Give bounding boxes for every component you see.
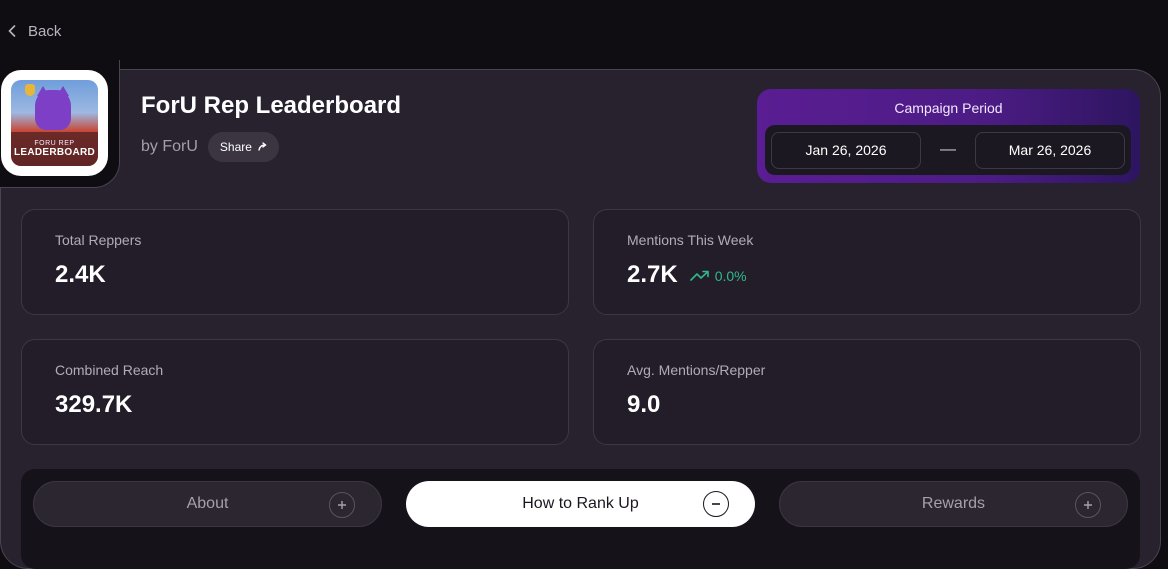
share-arrow-icon [258,142,267,151]
plus-icon [329,492,355,518]
trend-value: 0.0% [714,268,747,284]
stat-value: 2.7K [627,261,678,288]
stat-mentions-this-week: Mentions This Week 2.7K 0.0% [593,209,1141,315]
end-date[interactable]: Mar 26, 2026 [975,131,1125,169]
logo-main-text: LEADERBOARD [13,147,96,158]
tab-rewards[interactable]: Rewards [779,481,1128,527]
trend-indicator: 0.0% [689,268,747,284]
leaderboard-logo: FORU REP LEADERBOARD [1,70,108,176]
stat-label: Combined Reach [55,362,164,378]
stat-value: 9.0 [627,391,661,418]
plus-icon [1075,492,1101,518]
back-label: Back [28,22,62,40]
stat-total-reppers: Total Reppers 2.4K [21,209,569,315]
byline: by ForU Share [141,132,279,162]
top-bar: Back [0,0,1168,62]
date-separator: — [940,141,956,158]
trophy-icon [25,84,35,96]
date-range: Jan 26, 2026 — Mar 26, 2026 [765,125,1131,175]
campaign-period: Campaign Period Jan 26, 2026 — Mar 26, 2… [757,89,1140,183]
stat-label: Mentions This Week [627,232,754,248]
stat-label: Avg. Mentions/Repper [627,362,766,378]
stat-value: 329.7K [55,391,133,418]
info-tabs-panel: About How to Rank Up Rewards [21,469,1140,569]
stat-label: Total Reppers [55,232,142,248]
stat-avg-mentions: Avg. Mentions/Repper 9.0 [593,339,1141,445]
chevron-left-icon [8,25,16,37]
tab-label: About [186,495,229,512]
trending-up-icon [689,270,709,281]
start-date[interactable]: Jan 26, 2026 [771,131,921,169]
logo-top-text: FORU REP [34,140,75,147]
tab-label: How to Rank Up [522,495,639,512]
page-title: ForU Rep Leaderboard [141,92,402,119]
campaign-title: Campaign Period [894,100,1003,116]
tab-how-to-rank-up[interactable]: How to Rank Up [406,481,755,527]
tab-about[interactable]: About [33,481,382,527]
back-button[interactable]: Back [8,23,61,40]
share-button[interactable]: Share [207,132,279,162]
minus-icon [703,491,729,517]
share-label: Share [219,140,252,154]
stat-value: 2.4K [55,261,106,288]
author-label: by ForU [141,138,198,155]
stat-combined-reach: Combined Reach 329.7K [21,339,569,445]
logo-image: FORU REP LEADERBOARD [11,80,98,166]
tab-label: Rewards [921,495,986,512]
mascot-icon [35,90,71,130]
